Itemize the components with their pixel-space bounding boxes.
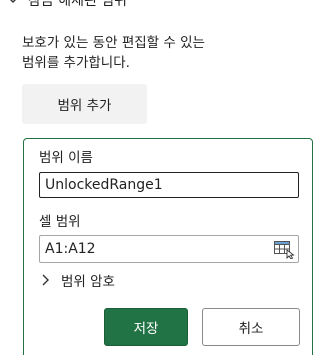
save-button[interactable]: 저장 [104,308,188,346]
range-name-input[interactable] [39,172,299,198]
description-line-1: 보호가 있는 동안 편집할 수 있는 [22,35,205,51]
range-password-toggle[interactable]: 범위 암호 [39,269,115,291]
description-line-2: 범위를 추가합니다. [22,55,130,71]
cell-range-input[interactable] [40,236,266,262]
chevron-down-icon [10,0,16,3]
description: 보호가 있는 동안 편집할 수 있는 범위를 추가합니다. [22,33,302,73]
section-header[interactable]: 잠금 해제된 범위 [0,0,317,10]
range-name-label: 범위 이름 [39,150,93,166]
cancel-button[interactable]: 취소 [202,308,300,346]
range-password-label: 범위 암호 [61,274,115,290]
add-range-button[interactable]: 범위 추가 [22,84,147,124]
cell-range-field [39,235,299,263]
section-title: 잠금 해제된 범위 [28,0,128,9]
range-form-card: 범위 이름 셀 범위 범위 암호 저장 취소 [23,138,313,355]
chevron-right-icon [42,274,49,286]
unlocked-ranges-pane: 잠금 해제된 범위 보호가 있는 동안 편집할 수 있는 범위를 추가합니다. … [0,0,317,355]
cell-range-label: 셀 범위 [39,214,81,230]
range-select-icon[interactable] [273,239,295,259]
